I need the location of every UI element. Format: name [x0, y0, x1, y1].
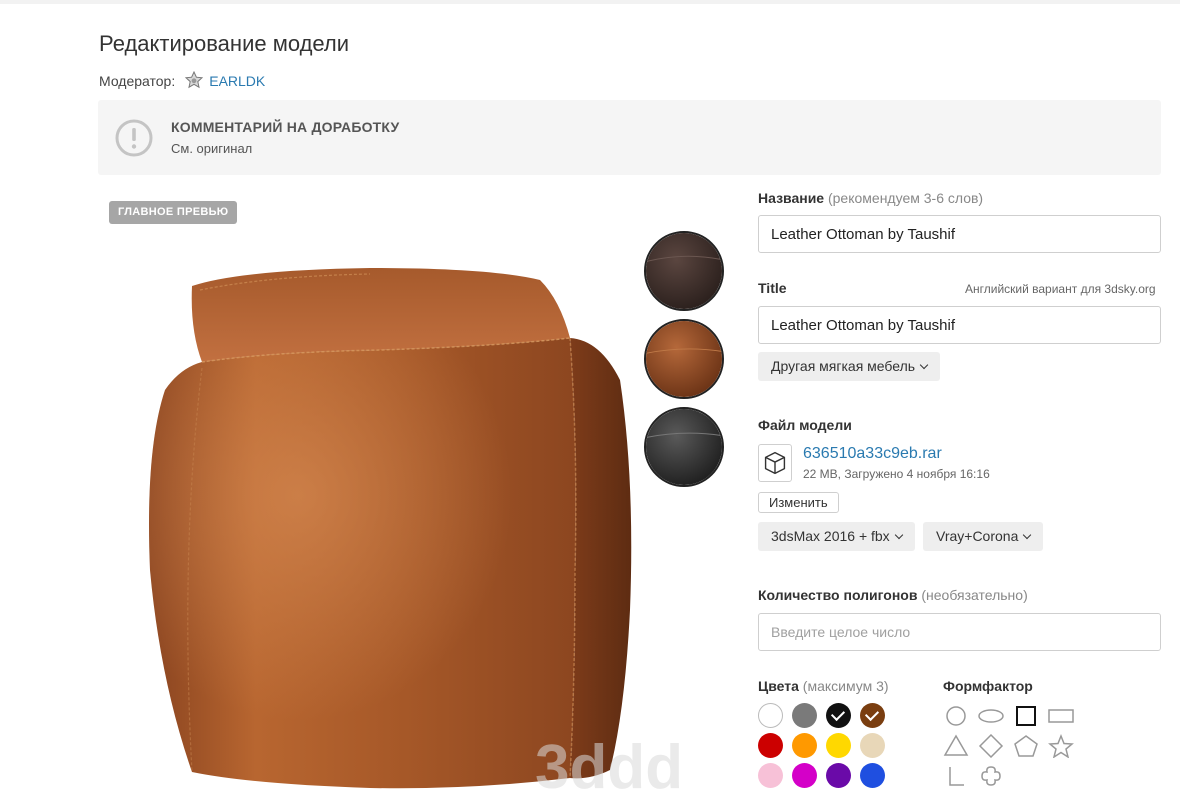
chevron-down-icon	[919, 360, 929, 370]
colors-hint: (максимум 3)	[802, 678, 889, 694]
checkmark-icon	[864, 706, 880, 722]
polygons-input[interactable]	[758, 613, 1161, 651]
renderer-value: Vray+Corona	[936, 528, 1019, 544]
top-divider	[0, 0, 1180, 4]
watermark-text: 3ddd	[535, 733, 683, 790]
moderator-link[interactable]: EARLDK	[209, 73, 265, 89]
file-meta: 22 MB, Загружено 4 ноября 16:16	[803, 467, 990, 481]
color-swatch-beige[interactable]	[860, 733, 885, 758]
notice-text: См. оригинал	[171, 141, 253, 156]
formfactor-diamond-icon[interactable]	[977, 734, 1005, 758]
color-swatch-white[interactable]	[758, 703, 783, 728]
chevron-down-icon	[1023, 530, 1032, 540]
color-swatch-red[interactable]	[758, 733, 783, 758]
format-value: 3dsMax 2016 + fbx	[771, 528, 890, 544]
color-swatch-pink[interactable]	[758, 763, 783, 788]
page-title: Редактирование модели	[99, 31, 350, 56]
title-hint: Английский вариант для 3dsky.org	[965, 282, 1156, 296]
name-label: Название (рекомендуем 3-6 слов)	[758, 190, 983, 206]
polygons-label-text: Количество полигонов	[758, 587, 918, 603]
color-swatch-yellow[interactable]	[826, 733, 851, 758]
name-hint: (рекомендуем 3-6 слов)	[827, 190, 984, 206]
title-label: Title	[758, 280, 787, 296]
checkmark-icon	[830, 706, 846, 722]
polygons-label: Количество полигонов (необязательно)	[758, 587, 1028, 603]
color-swatch-magenta[interactable]	[792, 763, 817, 788]
polygons-hint: (необязательно)	[921, 587, 1028, 603]
formfactor-circle-icon[interactable]	[942, 704, 970, 728]
thumbnail-black[interactable]	[644, 407, 724, 487]
formfactor-label: Формфактор	[943, 678, 1033, 694]
color-swatch-orange[interactable]	[792, 733, 817, 758]
main-preview-badge: ГЛАВНОЕ ПРЕВЬЮ	[109, 201, 238, 224]
formfactor-triangle-icon[interactable]	[942, 734, 970, 758]
name-label-text: Название	[758, 190, 825, 206]
color-swatch-purple[interactable]	[826, 763, 851, 788]
file-label: Файл модели	[758, 417, 852, 433]
thumbnail-tan[interactable]	[644, 319, 724, 399]
alert-circle-icon	[115, 119, 153, 157]
thumbnail-dark-brown[interactable]	[644, 231, 724, 311]
title-input[interactable]	[758, 306, 1161, 344]
color-swatch-gray[interactable]	[792, 703, 817, 728]
revision-comment-panel: КОММЕНТАРИЙ НА ДОРАБОТКУ См. оригинал	[98, 100, 1161, 175]
formfactor-flower-icon[interactable]	[977, 764, 1005, 788]
color-swatch-black[interactable]	[826, 703, 851, 728]
colors-label: Цвета (максимум 3)	[758, 678, 889, 694]
formfactor-star-icon[interactable]	[1047, 734, 1075, 758]
chevron-down-icon	[894, 530, 903, 540]
format-dropdown[interactable]: 3dsMax 2016 + fbx	[758, 522, 915, 551]
category-dropdown[interactable]: Другая мягкая мебель	[758, 352, 941, 381]
formfactor-corner-icon[interactable]	[942, 764, 970, 788]
formfactor-rectangle-icon[interactable]	[1047, 704, 1075, 728]
name-input[interactable]	[758, 215, 1161, 253]
category-value: Другая мягкая мебель	[771, 358, 916, 374]
change-file-button[interactable]: Изменить	[758, 492, 839, 513]
model-file-link[interactable]: 636510a33c9eb.rar	[803, 445, 942, 463]
colors-label-text: Цвета	[758, 678, 799, 694]
moderator-label: Модератор:	[99, 73, 176, 89]
formfactor-oval-icon[interactable]	[977, 704, 1005, 728]
3ddd-watermark: 3ddd	[530, 728, 720, 790]
color-swatch-brown[interactable]	[860, 703, 885, 728]
sheriff-star-icon	[184, 70, 204, 91]
notice-title: КОММЕНТАРИЙ НА ДОРАБОТКУ	[171, 119, 400, 135]
formfactor-pentagon-icon[interactable]	[1012, 734, 1040, 758]
cube-icon	[758, 444, 792, 482]
ottoman-preview-image[interactable]	[120, 250, 650, 790]
moderator-row: Модератор: EARLDK	[99, 70, 265, 91]
formfactor-square-icon[interactable]	[1012, 704, 1040, 728]
renderer-dropdown[interactable]: Vray+Corona	[923, 522, 1044, 551]
color-swatch-blue[interactable]	[860, 763, 885, 788]
